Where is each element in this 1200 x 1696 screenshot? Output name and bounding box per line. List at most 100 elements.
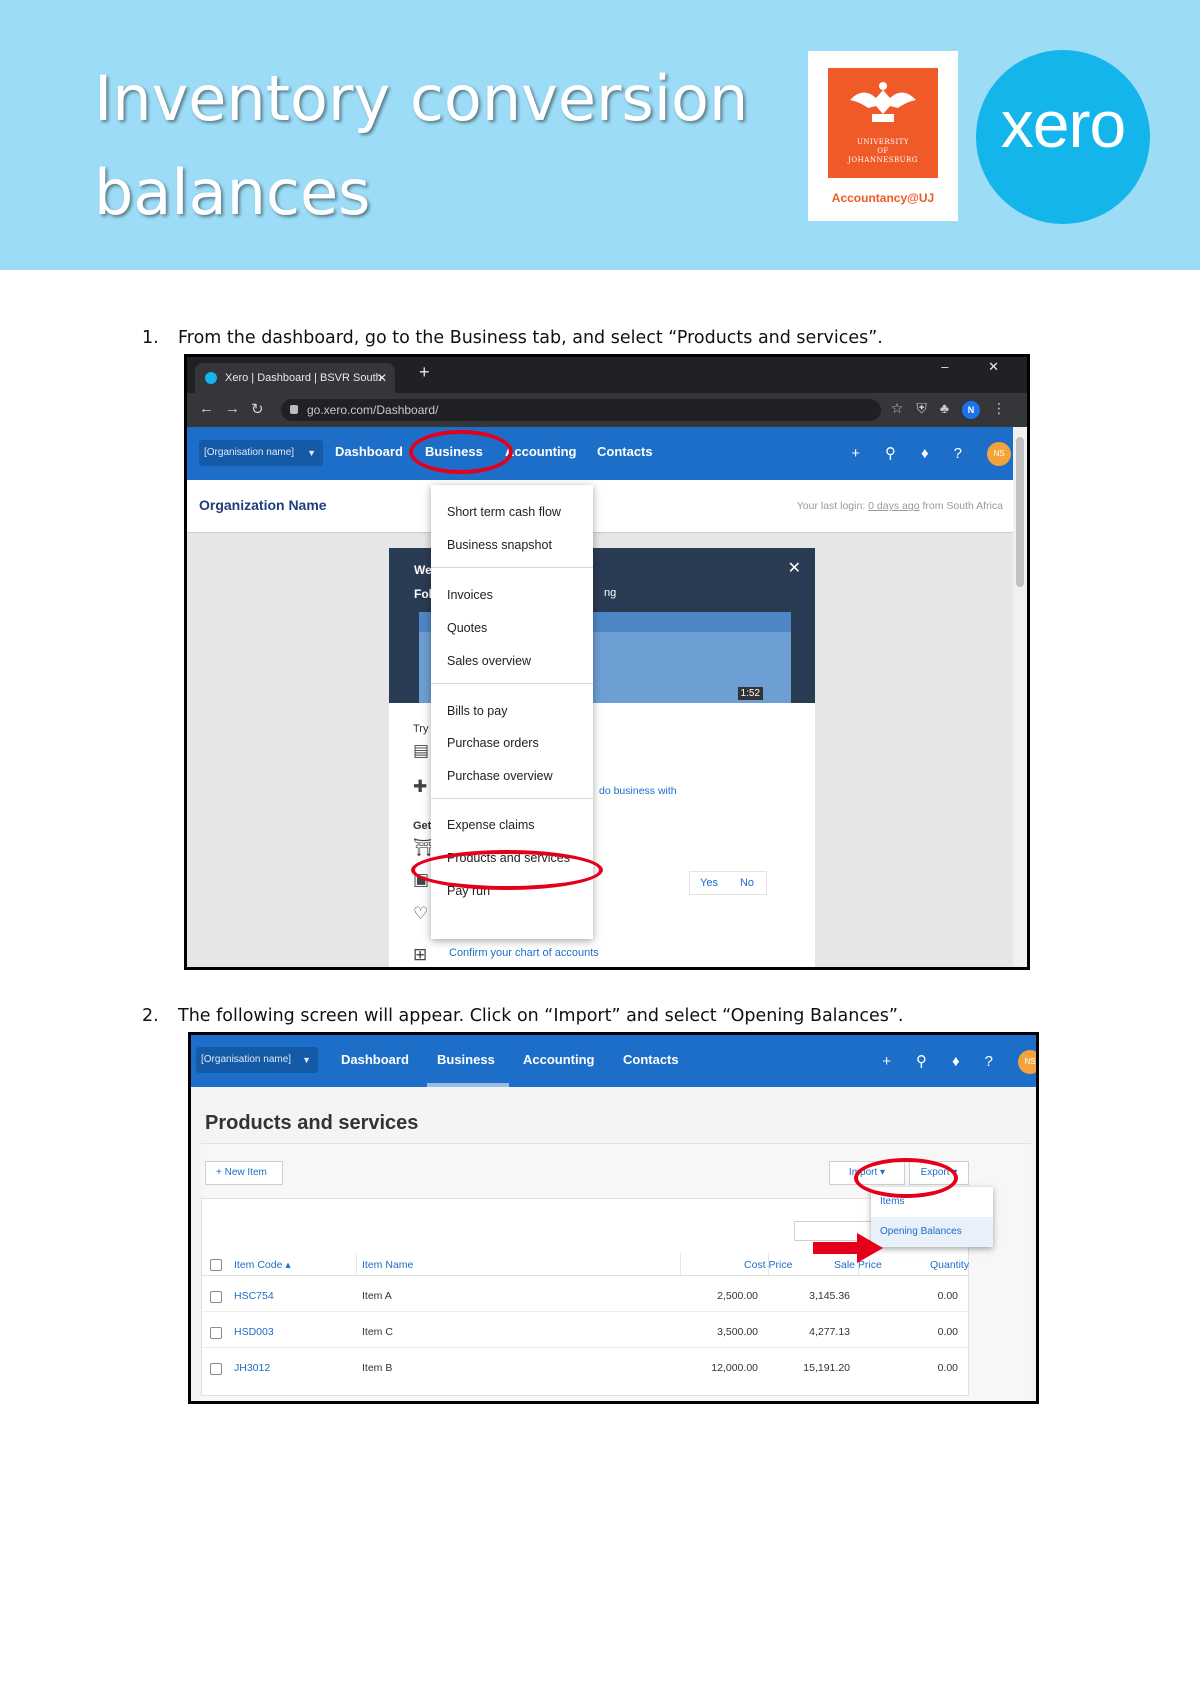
search-icon[interactable]: ⚲ xyxy=(885,445,921,462)
bell-icon[interactable]: ♦ xyxy=(921,445,954,462)
address-bar[interactable]: go.xero.com/Dashboard/ xyxy=(281,399,881,421)
item-name: Item B xyxy=(362,1362,393,1374)
forward-icon[interactable]: → xyxy=(225,400,240,417)
no-button[interactable]: No xyxy=(728,872,766,894)
user-avatar[interactable]: NS xyxy=(987,442,1011,466)
title-line-1: Inventory conversion xyxy=(94,62,749,135)
row-checkbox[interactable] xyxy=(210,1363,222,1375)
menu-item-business-snapshot[interactable]: Business snapshot xyxy=(447,538,552,552)
import-menu-opening-balances[interactable]: Opening Balances xyxy=(871,1217,993,1247)
sale-price: 3,145.36 xyxy=(809,1290,850,1302)
browser-tab[interactable]: Xero | Dashboard | BSVR South … ✕ xyxy=(195,363,395,414)
sale-price: 15,191.20 xyxy=(803,1362,850,1374)
menu-item-sales-overview[interactable]: Sales overview xyxy=(447,654,531,668)
document-icon: ▤ xyxy=(413,741,430,760)
shield-icon[interactable]: ⛨ xyxy=(916,400,940,416)
last-login-text: Your last login: 0 days ago from South A… xyxy=(796,500,1003,512)
nav-business[interactable]: Business xyxy=(437,1052,495,1067)
add-icon[interactable]: + xyxy=(851,445,885,462)
row-checkbox[interactable] xyxy=(210,1327,222,1339)
nav-contacts[interactable]: Contacts xyxy=(623,1052,679,1067)
screenshot-dashboard: Xero | Dashboard | BSVR South … ✕ + – ✕ … xyxy=(184,354,1030,970)
do-business-link[interactable]: do business with xyxy=(599,785,677,797)
menu-item-invoices[interactable]: Invoices xyxy=(447,588,493,602)
menu-item-bills-to-pay[interactable]: Bills to pay xyxy=(447,704,507,718)
nav-dashboard[interactable]: Dashboard xyxy=(335,444,403,459)
active-tab-indicator xyxy=(427,1083,509,1087)
help-icon[interactable]: ? xyxy=(954,445,987,462)
screenshot-products: [Organisation name] ▼ Dashboard Business… xyxy=(188,1032,1039,1404)
user-avatar[interactable]: NS xyxy=(1018,1050,1036,1074)
help-icon[interactable]: ? xyxy=(985,1053,1018,1070)
quantity: 0.00 xyxy=(937,1290,958,1302)
yes-button[interactable]: Yes xyxy=(690,872,728,894)
profile-avatar[interactable]: N xyxy=(962,401,980,419)
last-login-link[interactable]: 0 days ago xyxy=(868,500,919,512)
products-table: ⚲ Item Code ▴ Item Name Cost Price Sale … xyxy=(201,1198,970,1396)
browser-address-row: ← → ↻ go.xero.com/Dashboard/ ☆⛨♣ N ⋮ xyxy=(187,393,1027,427)
item-name: Item C xyxy=(362,1326,393,1338)
xero-favicon-icon xyxy=(205,372,217,384)
nav-accounting[interactable]: Accounting xyxy=(505,444,577,459)
confirm-chart-link[interactable]: Confirm your chart of accounts xyxy=(449,947,599,959)
modal-subtitle: Fol xyxy=(414,587,432,601)
document-title: Inventory conversion balances xyxy=(94,52,794,240)
highlight-circle-business xyxy=(409,430,513,474)
org-selector[interactable]: [Organisation name] ▼ xyxy=(199,440,323,466)
page-scrollbar[interactable] xyxy=(1013,427,1027,967)
dashboard-subheader: Organization Name Your last login: 0 day… xyxy=(187,480,1013,533)
menu-item-short-term-cash-flow[interactable]: Short term cash flow xyxy=(447,505,561,519)
star-icon[interactable]: ☆ xyxy=(891,400,917,416)
modal-try-text: Try xyxy=(413,723,429,735)
page-title: Products and services xyxy=(205,1112,419,1134)
reload-icon[interactable]: ↻ xyxy=(251,400,264,418)
close-tab-icon[interactable]: ✕ xyxy=(377,363,387,393)
menu-item-purchase-orders[interactable]: Purchase orders xyxy=(447,736,539,750)
bell-icon[interactable]: ♦ xyxy=(952,1053,985,1070)
xero-nav-bar: [Organisation name] ▼ Dashboard Business… xyxy=(191,1035,1036,1087)
bank-icon: ⛩ xyxy=(413,838,435,857)
modal-title: We xyxy=(414,563,432,577)
col-quantity[interactable]: Quantity xyxy=(930,1259,969,1271)
menu-divider xyxy=(431,683,593,684)
xero-nav-bar: [Organisation name] ▼ Dashboard Business… xyxy=(187,427,1027,480)
window-controls[interactable]: – ✕ xyxy=(941,359,1017,375)
new-item-button[interactable]: + New Item xyxy=(205,1161,283,1185)
item-code[interactable]: HSD003 xyxy=(234,1326,274,1338)
yes-no-buttons: Yes No xyxy=(689,871,767,895)
extension-icon[interactable]: ♣ xyxy=(940,400,962,416)
modal-subtitle-right: ng xyxy=(604,587,617,599)
cost-price: 3,500.00 xyxy=(717,1326,758,1338)
new-tab-icon[interactable]: + xyxy=(419,362,430,383)
item-name: Item A xyxy=(362,1290,392,1302)
menu-item-purchase-overview[interactable]: Purchase overview xyxy=(447,769,553,783)
nav-dashboard[interactable]: Dashboard xyxy=(341,1052,409,1067)
xero-wordmark: xero xyxy=(1000,87,1126,161)
step-text: The following screen will appear. Click … xyxy=(178,1006,904,1026)
menu-item-quotes[interactable]: Quotes xyxy=(447,621,487,635)
item-code[interactable]: JH3012 xyxy=(234,1362,270,1374)
menu-dots-icon[interactable]: ⋮ xyxy=(992,400,1019,416)
row-checkbox[interactable] xyxy=(210,1291,222,1303)
item-code[interactable]: HSC754 xyxy=(234,1290,274,1302)
col-item-name[interactable]: Item Name xyxy=(362,1259,413,1271)
quantity: 0.00 xyxy=(937,1362,958,1374)
step-number: 2. xyxy=(142,1006,159,1026)
quantity: 0.00 xyxy=(937,1326,958,1338)
select-all-checkbox[interactable] xyxy=(210,1259,222,1271)
title-line-2: balances xyxy=(94,156,371,229)
back-icon[interactable]: ← xyxy=(199,400,214,417)
uj-name: UNIVERSITY OF JOHANNESBURG xyxy=(848,138,918,164)
uj-logo: UNIVERSITY OF JOHANNESBURG Accountancy@U… xyxy=(808,51,958,221)
search-icon[interactable]: ⚲ xyxy=(916,1053,952,1070)
col-item-code[interactable]: Item Code ▴ xyxy=(234,1259,291,1271)
chevron-down-icon: ▼ xyxy=(307,448,316,458)
add-icon[interactable]: + xyxy=(882,1053,916,1070)
nav-accounting[interactable]: Accounting xyxy=(523,1052,595,1067)
menu-item-expense-claims[interactable]: Expense claims xyxy=(447,818,535,832)
org-selector[interactable]: [Organisation name] ▼ xyxy=(196,1047,318,1073)
nav-contacts[interactable]: Contacts xyxy=(597,444,653,459)
scrollbar-thumb[interactable] xyxy=(1016,437,1024,587)
close-icon[interactable]: ✕ xyxy=(788,558,801,578)
organization-name: Organization Name xyxy=(199,497,327,513)
